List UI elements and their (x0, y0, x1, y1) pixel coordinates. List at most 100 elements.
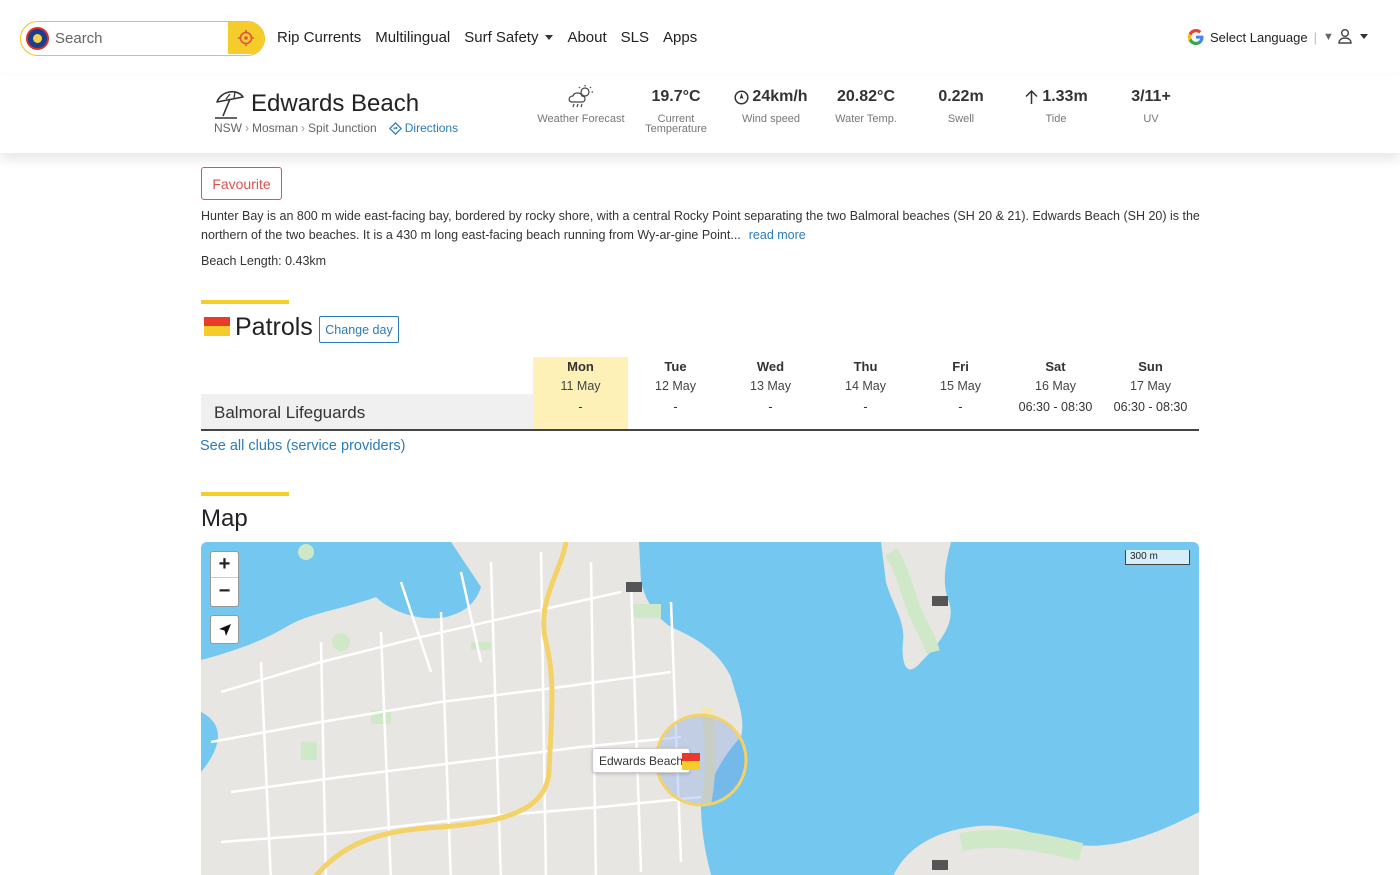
top-navbar: Rip Currents Multilingual Surf Safety Ab… (0, 0, 1400, 76)
nav-apps[interactable]: Apps (663, 29, 697, 46)
day-column-sat: Sat 16 May 06:30 - 08:30 (1008, 357, 1103, 429)
directions-link[interactable]: Directions (388, 121, 459, 135)
patrol-time: - (863, 400, 868, 414)
beach-marker-flag-icon[interactable] (682, 753, 700, 770)
weather-forecast-label: Weather Forecast (537, 113, 625, 125)
day-name: Thu (853, 359, 878, 374)
day-name: Wed (756, 359, 785, 374)
breadcrumb-suburb[interactable]: Mosman (252, 121, 298, 135)
day-date: 14 May (845, 379, 886, 393)
description-text: Hunter Bay is an 800 m wide east-facing … (201, 209, 1200, 242)
day-column-sun: Sun 17 May 06:30 - 08:30 (1103, 357, 1198, 429)
breadcrumb-locality[interactable]: Spit Junction (308, 121, 377, 135)
cloud-rain-sun-icon (568, 85, 593, 108)
day-column-mon: Mon 11 May - (533, 357, 628, 429)
chevron-right-icon: › (301, 121, 306, 135)
beach-title: Edwards Beach (251, 90, 420, 117)
temperature-stat: 19.7°C Current Temperature (628, 86, 724, 135)
directions-icon (388, 121, 402, 135)
chevron-down-icon (1360, 33, 1368, 39)
nav-multilingual[interactable]: Multilingual (375, 29, 450, 46)
user-menu-button[interactable] (1337, 28, 1368, 44)
crosshair-icon (238, 30, 254, 46)
uv-value: 3/11+ (1131, 88, 1171, 105)
tide-label: Tide (1045, 113, 1067, 125)
patrol-time: - (958, 400, 963, 414)
map-tiles[interactable] (201, 542, 1199, 875)
uv-stat: 3/11+ UV (1103, 86, 1199, 125)
zoom-in-button[interactable]: + (211, 552, 238, 578)
chevron-right-icon: › (245, 121, 249, 135)
breadcrumb: NSW › Mosman › Spit Junction Directions (214, 121, 458, 135)
patrol-flag-icon (204, 317, 230, 336)
swell-label: Swell (947, 113, 975, 125)
water-temp-label: Water Temp. (835, 113, 897, 125)
day-date: 13 May (750, 379, 791, 393)
language-selector[interactable]: Select Language | ▼ (1188, 29, 1334, 45)
wind-value: 24km/h (752, 88, 808, 105)
patrol-time: - (578, 400, 583, 414)
temperature-value: 19.7°C (651, 88, 701, 105)
patrols-accent-bar (201, 300, 289, 304)
zoom-out-button[interactable]: − (211, 578, 238, 604)
map-scale: 300 m (1125, 550, 1190, 565)
day-name: Tue (664, 359, 687, 374)
patrol-time: - (768, 400, 773, 414)
language-divider: | (1313, 29, 1317, 45)
water-temp-value: 20.82°C (837, 88, 895, 105)
day-name: Sat (1045, 359, 1066, 374)
beach-marker-tooltip: Edwards Beach (592, 748, 691, 773)
change-day-button[interactable]: Change day (319, 316, 399, 343)
day-date: 11 May (560, 379, 601, 393)
breadcrumb-state[interactable]: NSW (214, 121, 242, 135)
day-date: 16 May (1035, 379, 1076, 393)
beach-header: Edwards Beach NSW › Mosman › Spit Juncti… (0, 76, 1400, 153)
nav-rip-currents[interactable]: Rip Currents (277, 29, 361, 46)
locate-me-button[interactable] (228, 22, 264, 54)
google-icon (1188, 29, 1204, 45)
directions-label: Directions (404, 121, 459, 135)
main-nav: Rip Currents Multilingual Surf Safety Ab… (277, 29, 697, 46)
language-dropdown-arrow: ▼ (1322, 31, 1334, 43)
arrow-up-icon (1025, 89, 1038, 104)
read-more-link[interactable]: read more (749, 228, 806, 242)
beach-umbrella-icon (215, 90, 244, 119)
day-column-wed: Wed 13 May - (723, 357, 818, 429)
day-name: Sun (1138, 359, 1163, 374)
nav-sls[interactable]: SLS (621, 29, 649, 46)
nav-surf-safety[interactable]: Surf Safety (464, 29, 554, 46)
club-row: Balmoral Lifeguards (201, 394, 533, 429)
patrols-heading: Patrols (235, 313, 313, 341)
weather-forecast-stat[interactable]: Weather Forecast (533, 85, 629, 125)
tide-value: 1.33m (1042, 88, 1088, 105)
search-input[interactable] (55, 22, 227, 54)
nav-about[interactable]: About (567, 29, 606, 46)
patrol-time: - (673, 400, 678, 414)
uv-label: UV (1143, 113, 1159, 125)
favourite-button[interactable]: Favourite (201, 167, 282, 200)
day-name: Fri (952, 359, 969, 374)
tide-stat: 1.33m Tide (1008, 86, 1104, 125)
patrol-time: 06:30 - 08:30 (1018, 400, 1093, 414)
see-all-clubs-link[interactable]: See all clubs (service providers) (200, 438, 406, 454)
zoom-control: + − (210, 551, 239, 607)
temperature-label: Current Temperature (645, 113, 707, 135)
sls-logo-icon (26, 27, 49, 50)
beach-map[interactable]: + − 300 m Edwards Beach (201, 542, 1199, 875)
day-column-tue: Tue 12 May - (628, 357, 723, 429)
beach-length: Beach Length: 0.43km (201, 254, 327, 268)
user-icon (1338, 29, 1352, 44)
swell-value: 0.22m (938, 88, 984, 105)
patrol-time: 06:30 - 08:30 (1113, 400, 1188, 414)
search-bar (20, 21, 265, 56)
chevron-down-icon (545, 35, 554, 40)
water-temp-stat: 20.82°C Water Temp. (818, 86, 914, 125)
day-date: 15 May (940, 379, 981, 393)
language-label: Select Language (1210, 29, 1308, 45)
table-divider (201, 429, 1199, 431)
beach-description: Hunter Bay is an 800 m wide east-facing … (201, 207, 1201, 245)
locate-button[interactable] (210, 615, 239, 644)
nav-surf-safety-label: Surf Safety (464, 29, 539, 46)
club-name[interactable]: Balmoral Lifeguards (214, 403, 365, 423)
day-date: 12 May (655, 379, 696, 393)
